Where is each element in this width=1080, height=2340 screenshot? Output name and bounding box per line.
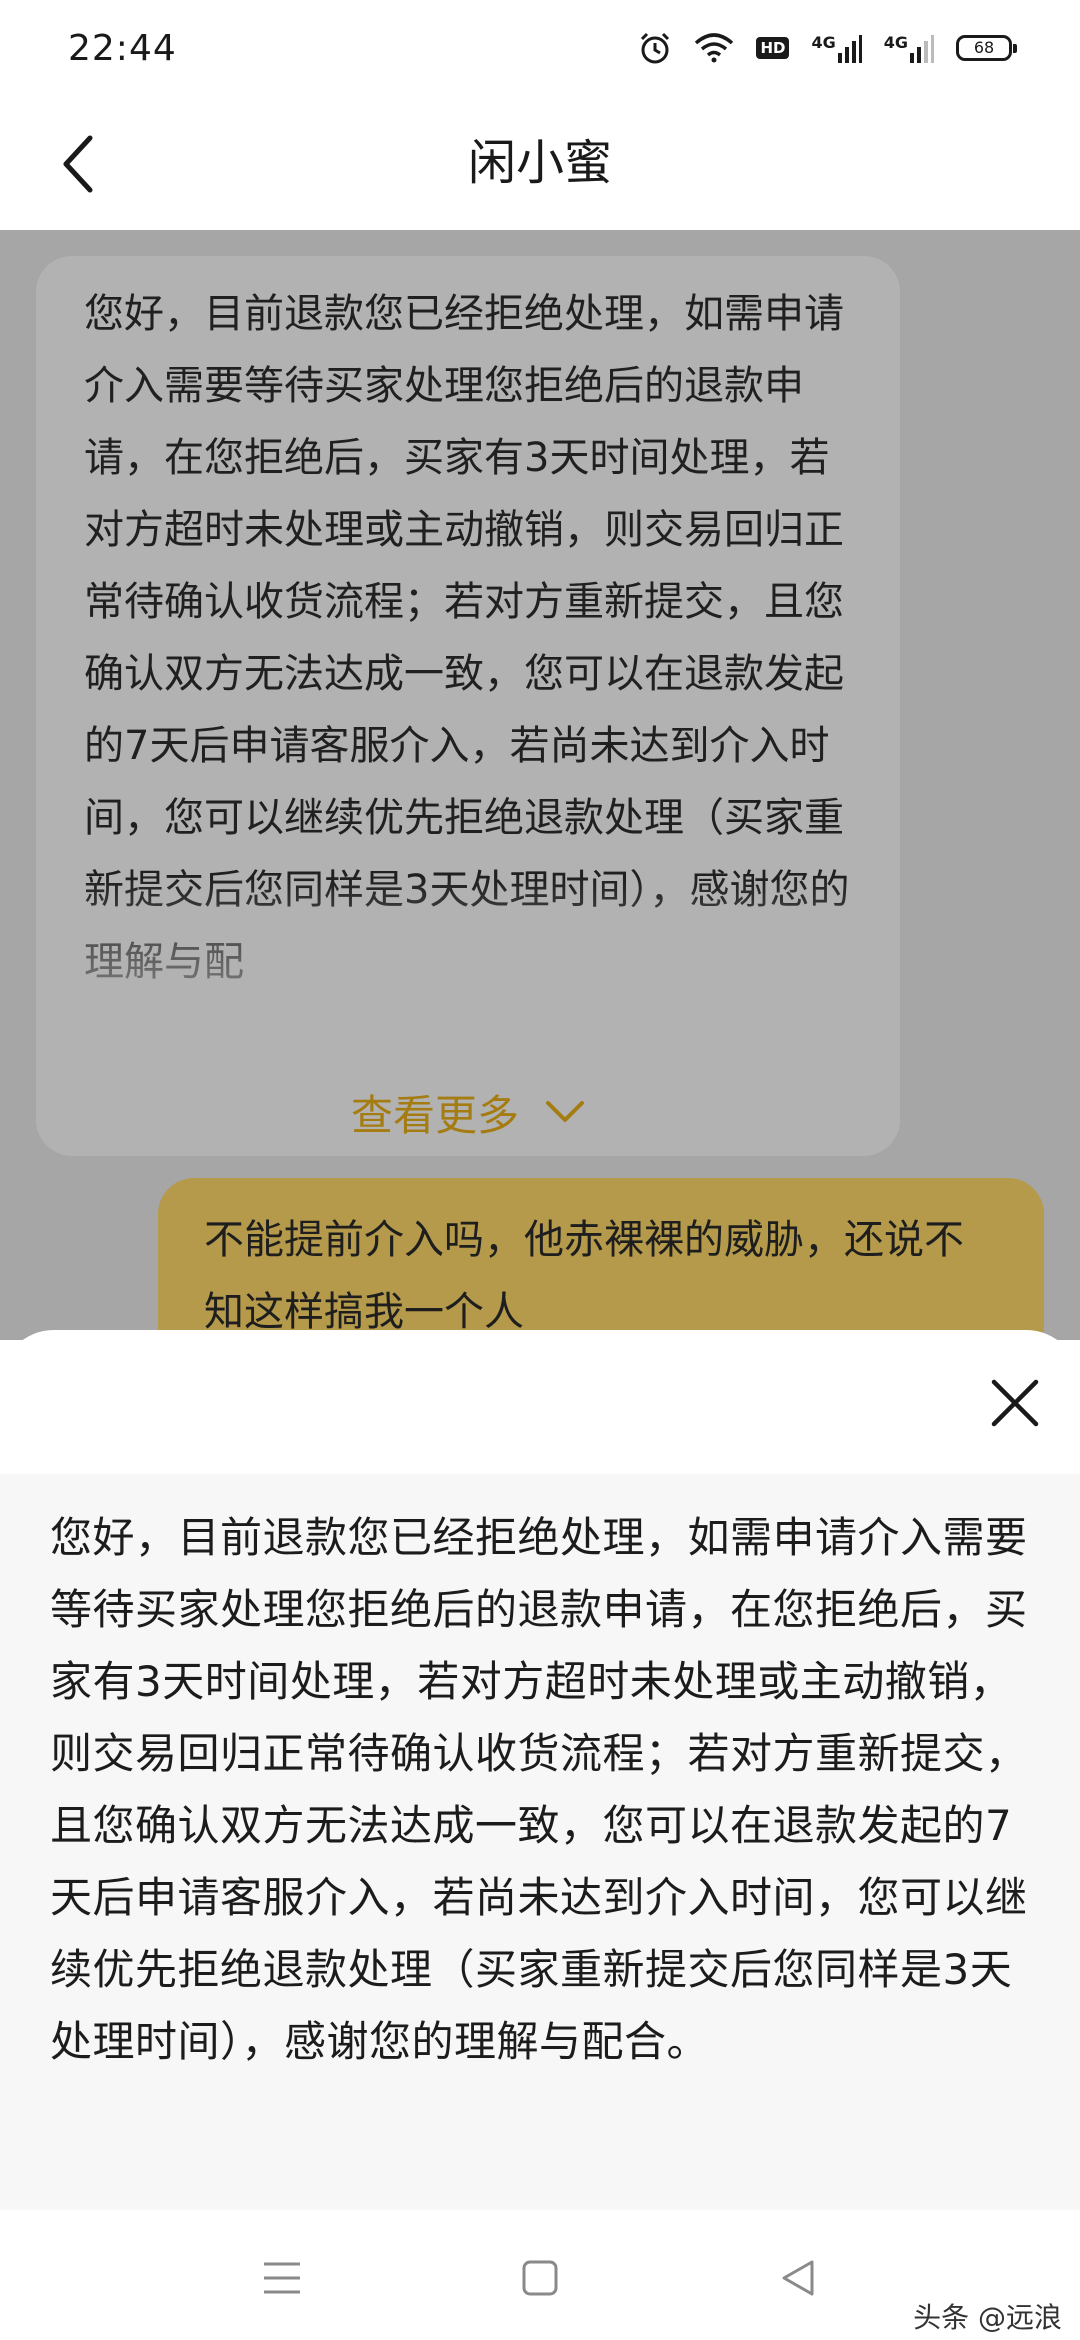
chat-area: 您好，目前退款您已经拒绝处理，如需申请介入需要等待买家处理您拒绝后的退款申请，在… bbox=[0, 230, 1080, 1340]
chevron-down-icon bbox=[546, 1101, 584, 1122]
outgoing-message-text: 不能提前介入吗，他赤裸裸的威胁，还说不知这样搞我一个人 bbox=[204, 1217, 964, 1335]
status-bar: 22:44 HD 4G 4G 68 bbox=[0, 0, 1080, 96]
outgoing-message-bubble[interactable]: 不能提前介入吗，他赤裸裸的威胁，还说不知这样搞我一个人 bbox=[158, 1178, 1044, 1340]
network-type-label: 4G bbox=[883, 33, 908, 52]
wifi-icon bbox=[694, 33, 734, 63]
page-title: 闲小蜜 bbox=[467, 135, 612, 191]
see-more-label: 查看更多 bbox=[350, 1090, 519, 1140]
app-header: 闲小蜜 bbox=[0, 96, 1080, 230]
home-button[interactable] bbox=[510, 2248, 570, 2308]
watermark: 头条 @远浪 bbox=[913, 2301, 1062, 2334]
full-message-text: 您好，目前退款您已经拒绝处理，如需申请介入需要等待买家处理您拒绝后的退款申请，在… bbox=[50, 1513, 1028, 2066]
sheet-content: 您好，目前退款您已经拒绝处理，如需申请介入需要等待买家处理您拒绝后的退款申请，在… bbox=[0, 1474, 1080, 2210]
incoming-message-bubble[interactable]: 您好，目前退款您已经拒绝处理，如需申请介入需要等待买家处理您拒绝后的退款申请，在… bbox=[36, 256, 900, 1156]
menu-button[interactable] bbox=[252, 2248, 312, 2308]
back-button[interactable] bbox=[48, 132, 108, 196]
network-type-label: 4G bbox=[811, 33, 836, 52]
status-icons: HD 4G 4G 68 bbox=[638, 31, 1017, 65]
home-square-icon bbox=[522, 2260, 558, 2296]
menu-icon bbox=[264, 2262, 300, 2294]
message-detail-sheet: 您好，目前退款您已经拒绝处理，如需申请介入需要等待买家处理您拒绝后的退款申请，在… bbox=[0, 1330, 1080, 2210]
system-nav-bar: 头条 @远浪 bbox=[0, 2210, 1080, 2340]
signal-icon: 4G bbox=[884, 33, 934, 63]
signal-icon: 4G bbox=[811, 33, 862, 63]
battery-icon: 68 bbox=[956, 35, 1017, 61]
back-triangle-icon bbox=[782, 2260, 814, 2296]
incoming-message-text: 您好，目前退款您已经拒绝处理，如需申请介入需要等待买家处理您拒绝后的退款申请，在… bbox=[84, 291, 850, 985]
see-more-button[interactable]: 查看更多 bbox=[36, 1082, 900, 1142]
back-nav-button[interactable] bbox=[768, 2248, 828, 2308]
close-icon bbox=[991, 1379, 1039, 1427]
chevron-left-icon bbox=[63, 135, 93, 193]
hd-badge: HD bbox=[756, 37, 790, 59]
alarm-icon bbox=[638, 31, 672, 65]
status-time: 22:44 bbox=[68, 27, 177, 69]
close-button[interactable] bbox=[986, 1374, 1044, 1432]
